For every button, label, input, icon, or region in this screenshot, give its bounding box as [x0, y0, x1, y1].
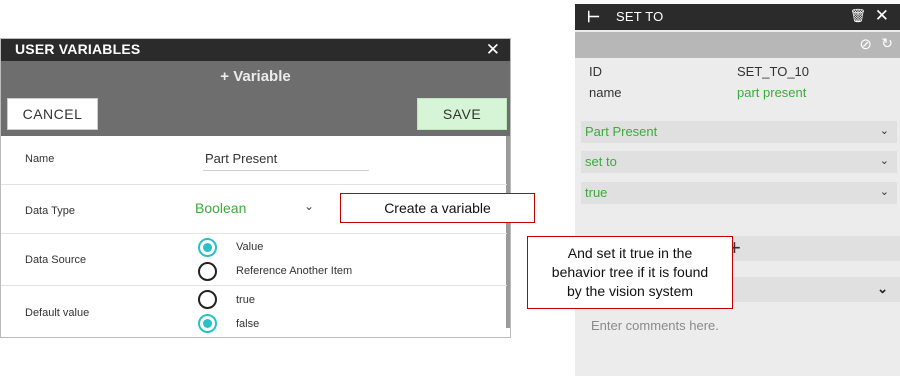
name-value[interactable]: part present — [737, 85, 806, 100]
chevron-down-icon: ⌄ — [879, 186, 889, 198]
radio-reference-label: Reference Another Item — [236, 265, 353, 277]
panel-title: SET TO — [616, 9, 664, 24]
operation-dropdown-value: set to — [585, 154, 617, 169]
chevron-down-icon: ⌄ — [879, 155, 889, 167]
chevron-down-icon: ⌄ — [877, 281, 888, 296]
data-source-row: Data Source Value Reference Another Item — [1, 234, 507, 286]
data-type-select[interactable]: Boolean — [195, 200, 246, 216]
chevron-down-icon[interactable]: ⌄ — [304, 199, 314, 213]
name-row: Name — [1, 137, 507, 185]
save-button[interactable]: SAVE — [417, 98, 507, 130]
panel-titlebar: ⊢ SET TO 🗑 ✕ — [575, 4, 900, 30]
radio-value[interactable] — [198, 238, 217, 257]
radio-false-label: false — [236, 318, 260, 330]
dialog-titlebar: USER VARIABLES ✕ — [1, 39, 510, 61]
name-key: name — [589, 85, 622, 100]
default-value-row: Default value true false — [1, 286, 507, 337]
dialog-title: USER VARIABLES — [15, 41, 141, 57]
value-dropdown-value: true — [585, 185, 608, 200]
dialog-header: + Variable CANCEL SAVE — [1, 61, 510, 136]
comments-input[interactable] — [583, 310, 895, 340]
id-value: SET_TO_10 — [737, 64, 810, 79]
cancel-button[interactable]: CANCEL — [7, 98, 98, 130]
name-label: Name — [25, 153, 55, 165]
disable-icon[interactable]: ⊘ — [859, 35, 872, 53]
operation-dropdown[interactable]: set to ⌄ — [581, 151, 897, 173]
panel-toolbar: ⊘ ↻ — [575, 32, 900, 58]
id-key: ID — [589, 64, 602, 79]
radio-true[interactable] — [198, 290, 217, 309]
value-dropdown[interactable]: true ⌄ — [581, 182, 897, 204]
callout-create-variable: Create a variable — [340, 193, 535, 223]
chevron-down-icon: ⌄ — [879, 125, 889, 137]
node-type-icon: ⊢ — [587, 9, 600, 26]
callout-line-1: And set it true in the — [567, 245, 693, 261]
default-value-label: Default value — [25, 307, 90, 319]
close-icon[interactable]: ✕ — [875, 6, 889, 26]
name-input[interactable] — [203, 147, 369, 171]
data-type-label: Data Type — [25, 205, 75, 217]
set-to-panel: ⊢ SET TO 🗑 ✕ ⊘ ↻ ID SET_TO_10 name part … — [575, 0, 900, 376]
variable-dropdown[interactable]: Part Present ⌄ — [581, 121, 897, 143]
callout-line-2: behavior tree if it is found — [551, 264, 709, 280]
close-icon[interactable]: ✕ — [486, 39, 500, 61]
callout-set-true: And set it true in the behavior tree if … — [527, 236, 733, 309]
add-variable-button[interactable]: + Variable — [1, 68, 510, 85]
user-variables-dialog: USER VARIABLES ✕ + Variable CANCEL SAVE … — [0, 38, 511, 338]
callout-line-3: by the vision system — [566, 283, 694, 299]
radio-value-label: Value — [236, 241, 264, 253]
radio-true-label: true — [236, 294, 255, 306]
radio-false[interactable] — [198, 314, 217, 333]
data-source-label: Data Source — [25, 254, 87, 266]
radio-reference-another-item[interactable] — [198, 262, 217, 281]
refresh-icon[interactable]: ↻ — [881, 35, 893, 52]
variable-dropdown-value: Part Present — [585, 124, 658, 139]
trash-icon[interactable]: 🗑 — [849, 8, 866, 24]
